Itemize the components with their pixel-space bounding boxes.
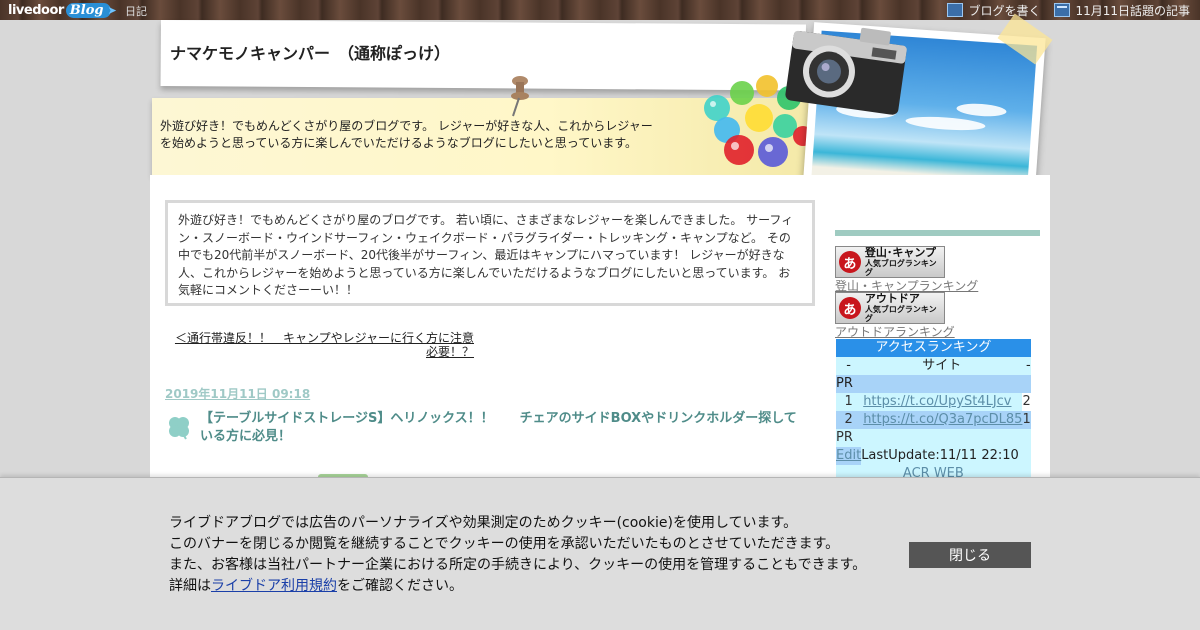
cookie-banner: ライブドアブログでは広告のパーソナライズや効果測定のためクッキー(cookie)… (0, 477, 1200, 630)
outdoor-ranking-banner[interactable]: あ アウトドア 人気ブログランキング (835, 292, 945, 324)
pr-label: PR (836, 430, 853, 445)
ranking-logo-icon: あ (839, 297, 861, 319)
blog-title[interactable]: ナマケモノキャンパー （通称ぽっけ） (170, 40, 450, 64)
ranking-url-link[interactable]: https://t.co/UpySt4LJcv (863, 394, 1011, 409)
table-row: 2 https://t.co/Q3a7pcDL85 1 (836, 411, 1031, 429)
ranking-url-link[interactable]: https://t.co/Q3a7pcDL85 (863, 412, 1022, 427)
cookie-line-2: このバナーを閉じるか閲覧を継続することでクッキーの使用を承認いただいたものとさせ… (169, 536, 840, 552)
table-row: 1 https://t.co/UpySt4LJcv 2 (836, 393, 1031, 411)
logo-text: livedoor (8, 2, 64, 18)
count-cell: 1 (1022, 412, 1031, 427)
terms-of-use-link[interactable]: ライブドア利用規約 (211, 578, 337, 594)
close-cookie-button[interactable]: 閉じる (909, 542, 1031, 568)
count-cell: 2 (1022, 393, 1031, 411)
diary-link[interactable]: 日記 (125, 3, 147, 19)
blog-intro-text: 外遊び好き！でもめんどくさがり屋のブログです。 若い頃に、さまざまなレジャーを楽… (178, 213, 794, 297)
last-update: LastUpdate:11/11 22:10 (861, 447, 1031, 465)
access-ranking-title: アクセスランキング (836, 339, 1031, 357)
post-title[interactable]: 【テーブルサイドストレージS】ヘリノックス！！ チェアのサイドBOXやドリンクホ… (200, 410, 802, 446)
previous-post-link[interactable]: ＜通行帯違反！！ キャンプやレジャーに行く方に注意必要！？ (172, 331, 474, 359)
logo-blog-text: Blog (65, 2, 112, 18)
cookie-line-3: また、お客様は当社パートナー企業における所定の手続きにより、クッキーの使用を管理… (169, 557, 867, 573)
rank-cell: 1 (844, 394, 853, 409)
livedoor-blog-logo[interactable]: livedoor Blog ➤ (8, 1, 117, 19)
column-count: - (1026, 358, 1031, 373)
pushpin-icon (511, 76, 529, 117)
cookie-line-4: 詳細はライブドア利用規約をご確認ください。 (169, 578, 463, 594)
edit-link[interactable]: Edit (836, 448, 861, 463)
cookie-notice-text: ライブドアブログでは広告のパーソナライズや効果測定のためクッキー(cookie)… (169, 513, 889, 597)
access-ranking-table: アクセスランキング - サイト - PR 1 https://t.co/UpyS… (836, 339, 1031, 483)
column-site: サイト (922, 358, 962, 373)
trending-label: 11月11日話題の記事 (1075, 3, 1190, 18)
ranking-logo-icon: あ (839, 251, 861, 273)
write-blog-label: ブログを書く (968, 3, 1041, 18)
camping-ranking-banner[interactable]: あ 登山･キャンプ 人気ブログランキング (835, 246, 945, 278)
top-right-links: ブログを書く 11月11日話題の記事 (947, 0, 1190, 20)
pencil-icon (947, 3, 964, 17)
banner-title: アウトドア (864, 292, 920, 305)
calendar-icon (1054, 3, 1071, 17)
column-rank: - (846, 358, 851, 373)
banner-subtitle: 人気ブログランキング (864, 259, 937, 277)
blog-description: 外遊び好き！でもめんどくさがり屋のブログです。 レジャーが好きな人、これからレジ… (160, 119, 653, 150)
sidebar-divider (835, 230, 1040, 236)
banner-subtitle: 人気ブログランキング (864, 305, 937, 323)
bird-icon: ➤ (107, 3, 117, 17)
cookie-line-1: ライブドアブログでは広告のパーソナライズや効果測定のためクッキー(cookie)… (169, 515, 798, 531)
post-date[interactable]: 2019年11月11日 09:18 (165, 385, 310, 402)
rank-cell: 2 (844, 412, 853, 427)
banner-title: 登山･キャンプ (864, 246, 936, 259)
outdoor-ranking-link[interactable]: アウトドアランキング (835, 323, 955, 340)
camera-image (785, 27, 907, 115)
write-blog-link[interactable]: ブログを書く (947, 2, 1040, 19)
clover-icon (169, 417, 189, 440)
pr-label: PR (836, 376, 853, 391)
trending-link[interactable]: 11月11日話題の記事 (1054, 2, 1190, 19)
